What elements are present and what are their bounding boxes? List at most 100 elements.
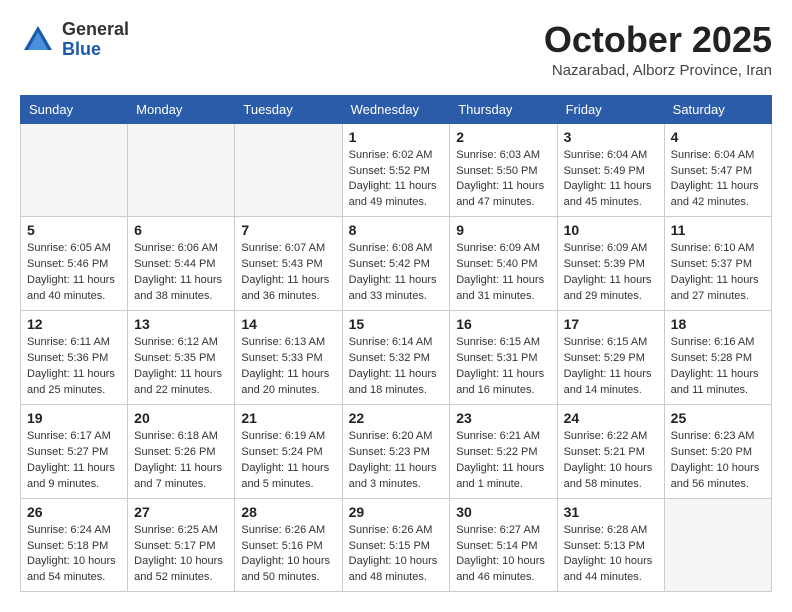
calendar-cell: 7Sunrise: 6:07 AM Sunset: 5:43 PM Daylig… (235, 217, 342, 311)
day-number: 28 (241, 504, 335, 520)
day-number: 16 (456, 316, 550, 332)
day-info: Sunrise: 6:14 AM Sunset: 5:32 PM Dayligh… (349, 335, 444, 399)
calendar-cell: 29 Sunrise: 6:26 AM Sunset: 5:15 PM Dayli… (342, 498, 450, 592)
day-number: 31 (564, 504, 658, 520)
calendar-cell: 18 Sunrise: 6:16 AM Sunset: 5:28 PM Dayli… (664, 311, 771, 405)
day-info: Sunrise: 6:04 AM Sunset: 5:49 PM Dayligh… (564, 148, 658, 212)
calendar-cell: 23 Sunrise: 6:21 AM Sunset: 5:22 PM Dayli… (450, 404, 557, 498)
calendar-cell: 12 Sunrise: 6:11 AM Sunset: 5:36 PM Dayli… (21, 311, 128, 405)
calendar-cell: 25 Sunrise: 6:23 AM Sunset: 5:20 PM Dayli… (664, 404, 771, 498)
logo: General Blue (20, 20, 129, 60)
day-info: Sunrise: 6:23 AM Sunset: 5:20 PM Dayligh… (671, 429, 765, 493)
day-info: Sunrise: 6:26 AM Sunset: 5:16 PM Dayligh… (241, 523, 335, 587)
day-info: Sunrise: 6:03 AM Sunset: 5:50 PM Dayligh… (456, 148, 550, 212)
weekday-header-wednesday: Wednesday (342, 95, 450, 123)
day-info: Sunrise: 6:06 AM Sunset: 5:44 PM Dayligh… (134, 241, 228, 305)
day-number: 2 (456, 129, 550, 145)
day-info: Sunrise: 6:20 AM Sunset: 5:23 PM Dayligh… (349, 429, 444, 493)
calendar-week-4: 19 Sunrise: 6:17 AM Sunset: 5:27 PM Dayli… (21, 404, 772, 498)
day-info: Sunrise: 6:09 AM Sunset: 5:40 PM Dayligh… (456, 241, 550, 305)
day-info: Sunrise: 6:18 AM Sunset: 5:26 PM Dayligh… (134, 429, 228, 493)
day-number: 9 (456, 222, 550, 238)
weekday-header-monday: Monday (128, 95, 235, 123)
day-info: Sunrise: 6:17 AM Sunset: 5:27 PM Dayligh… (27, 429, 121, 493)
calendar-cell: 10 Sunrise: 6:09 AM Sunset: 5:39 PM Dayli… (557, 217, 664, 311)
day-number: 5 (27, 222, 121, 238)
location-subtitle: Nazarabad, Alborz Province, Iran (544, 62, 772, 79)
calendar-cell: 31Sunrise: 6:28 AM Sunset: 5:13 PM Dayli… (557, 498, 664, 592)
calendar-cell: 11 Sunrise: 6:10 AM Sunset: 5:37 PM Dayli… (664, 217, 771, 311)
logo-icon (20, 22, 56, 58)
day-number: 21 (241, 410, 335, 426)
calendar-cell: 3Sunrise: 6:04 AM Sunset: 5:49 PM Daylig… (557, 123, 664, 217)
day-info: Sunrise: 6:22 AM Sunset: 5:21 PM Dayligh… (564, 429, 658, 493)
day-info: Sunrise: 6:21 AM Sunset: 5:22 PM Dayligh… (456, 429, 550, 493)
calendar-cell: 28 Sunrise: 6:26 AM Sunset: 5:16 PM Dayli… (235, 498, 342, 592)
calendar-cell: 27 Sunrise: 6:25 AM Sunset: 5:17 PM Dayli… (128, 498, 235, 592)
day-number: 11 (671, 222, 765, 238)
day-number: 18 (671, 316, 765, 332)
calendar-cell: 8 Sunrise: 6:08 AM Sunset: 5:42 PM Daylig… (342, 217, 450, 311)
calendar-week-2: 5 Sunrise: 6:05 AM Sunset: 5:46 PM Daylig… (21, 217, 772, 311)
day-number: 27 (134, 504, 228, 520)
day-info: Sunrise: 6:16 AM Sunset: 5:28 PM Dayligh… (671, 335, 765, 399)
day-info: Sunrise: 6:11 AM Sunset: 5:36 PM Dayligh… (27, 335, 121, 399)
day-number: 15 (349, 316, 444, 332)
weekday-header-saturday: Saturday (664, 95, 771, 123)
day-number: 25 (671, 410, 765, 426)
calendar-cell: 6Sunrise: 6:06 AM Sunset: 5:44 PM Daylig… (128, 217, 235, 311)
day-info: Sunrise: 6:09 AM Sunset: 5:39 PM Dayligh… (564, 241, 658, 305)
day-number: 8 (349, 222, 444, 238)
day-info: Sunrise: 6:04 AM Sunset: 5:47 PM Dayligh… (671, 148, 765, 212)
day-info: Sunrise: 6:05 AM Sunset: 5:46 PM Dayligh… (27, 241, 121, 305)
calendar-cell: 24 Sunrise: 6:22 AM Sunset: 5:21 PM Dayli… (557, 404, 664, 498)
weekday-header-tuesday: Tuesday (235, 95, 342, 123)
day-info: Sunrise: 6:25 AM Sunset: 5:17 PM Dayligh… (134, 523, 228, 587)
calendar-cell: 20 Sunrise: 6:18 AM Sunset: 5:26 PM Dayli… (128, 404, 235, 498)
weekday-header-sunday: Sunday (21, 95, 128, 123)
calendar-cell (235, 123, 342, 217)
calendar-cell (21, 123, 128, 217)
calendar-week-3: 12 Sunrise: 6:11 AM Sunset: 5:36 PM Dayli… (21, 311, 772, 405)
day-number: 12 (27, 316, 121, 332)
day-number: 26 (27, 504, 121, 520)
page-header: General Blue October 2025 Nazarabad, Alb… (20, 20, 772, 79)
day-info: Sunrise: 6:02 AM Sunset: 5:52 PM Dayligh… (349, 148, 444, 212)
calendar-table: SundayMondayTuesdayWednesdayThursdayFrid… (20, 95, 772, 593)
calendar-week-1: 1 Sunrise: 6:02 AM Sunset: 5:52 PM Daylig… (21, 123, 772, 217)
day-info: Sunrise: 6:13 AM Sunset: 5:33 PM Dayligh… (241, 335, 335, 399)
weekday-header-friday: Friday (557, 95, 664, 123)
calendar-header-row: SundayMondayTuesdayWednesdayThursdayFrid… (21, 95, 772, 123)
calendar-cell (664, 498, 771, 592)
day-number: 20 (134, 410, 228, 426)
day-number: 13 (134, 316, 228, 332)
day-number: 14 (241, 316, 335, 332)
calendar-cell: 26 Sunrise: 6:24 AM Sunset: 5:18 PM Dayli… (21, 498, 128, 592)
calendar-cell: 21 Sunrise: 6:19 AM Sunset: 5:24 PM Dayli… (235, 404, 342, 498)
calendar-cell: 9 Sunrise: 6:09 AM Sunset: 5:40 PM Daylig… (450, 217, 557, 311)
day-number: 23 (456, 410, 550, 426)
day-info: Sunrise: 6:10 AM Sunset: 5:37 PM Dayligh… (671, 241, 765, 305)
weekday-header-thursday: Thursday (450, 95, 557, 123)
calendar-cell (128, 123, 235, 217)
day-number: 1 (349, 129, 444, 145)
day-info: Sunrise: 6:24 AM Sunset: 5:18 PM Dayligh… (27, 523, 121, 587)
logo-blue-text: Blue (62, 39, 101, 59)
day-number: 19 (27, 410, 121, 426)
calendar-cell: 30Sunrise: 6:27 AM Sunset: 5:14 PM Dayli… (450, 498, 557, 592)
calendar-week-5: 26 Sunrise: 6:24 AM Sunset: 5:18 PM Dayli… (21, 498, 772, 592)
day-info: Sunrise: 6:19 AM Sunset: 5:24 PM Dayligh… (241, 429, 335, 493)
day-number: 17 (564, 316, 658, 332)
day-number: 4 (671, 129, 765, 145)
day-info: Sunrise: 6:08 AM Sunset: 5:42 PM Dayligh… (349, 241, 444, 305)
day-number: 30 (456, 504, 550, 520)
calendar-cell: 16 Sunrise: 6:15 AM Sunset: 5:31 PM Dayli… (450, 311, 557, 405)
day-number: 29 (349, 504, 444, 520)
day-number: 10 (564, 222, 658, 238)
day-number: 22 (349, 410, 444, 426)
day-number: 24 (564, 410, 658, 426)
calendar-cell: 4 Sunrise: 6:04 AM Sunset: 5:47 PM Daylig… (664, 123, 771, 217)
day-info: Sunrise: 6:15 AM Sunset: 5:31 PM Dayligh… (456, 335, 550, 399)
day-info: Sunrise: 6:07 AM Sunset: 5:43 PM Dayligh… (241, 241, 335, 305)
day-info: Sunrise: 6:26 AM Sunset: 5:15 PM Dayligh… (349, 523, 444, 587)
